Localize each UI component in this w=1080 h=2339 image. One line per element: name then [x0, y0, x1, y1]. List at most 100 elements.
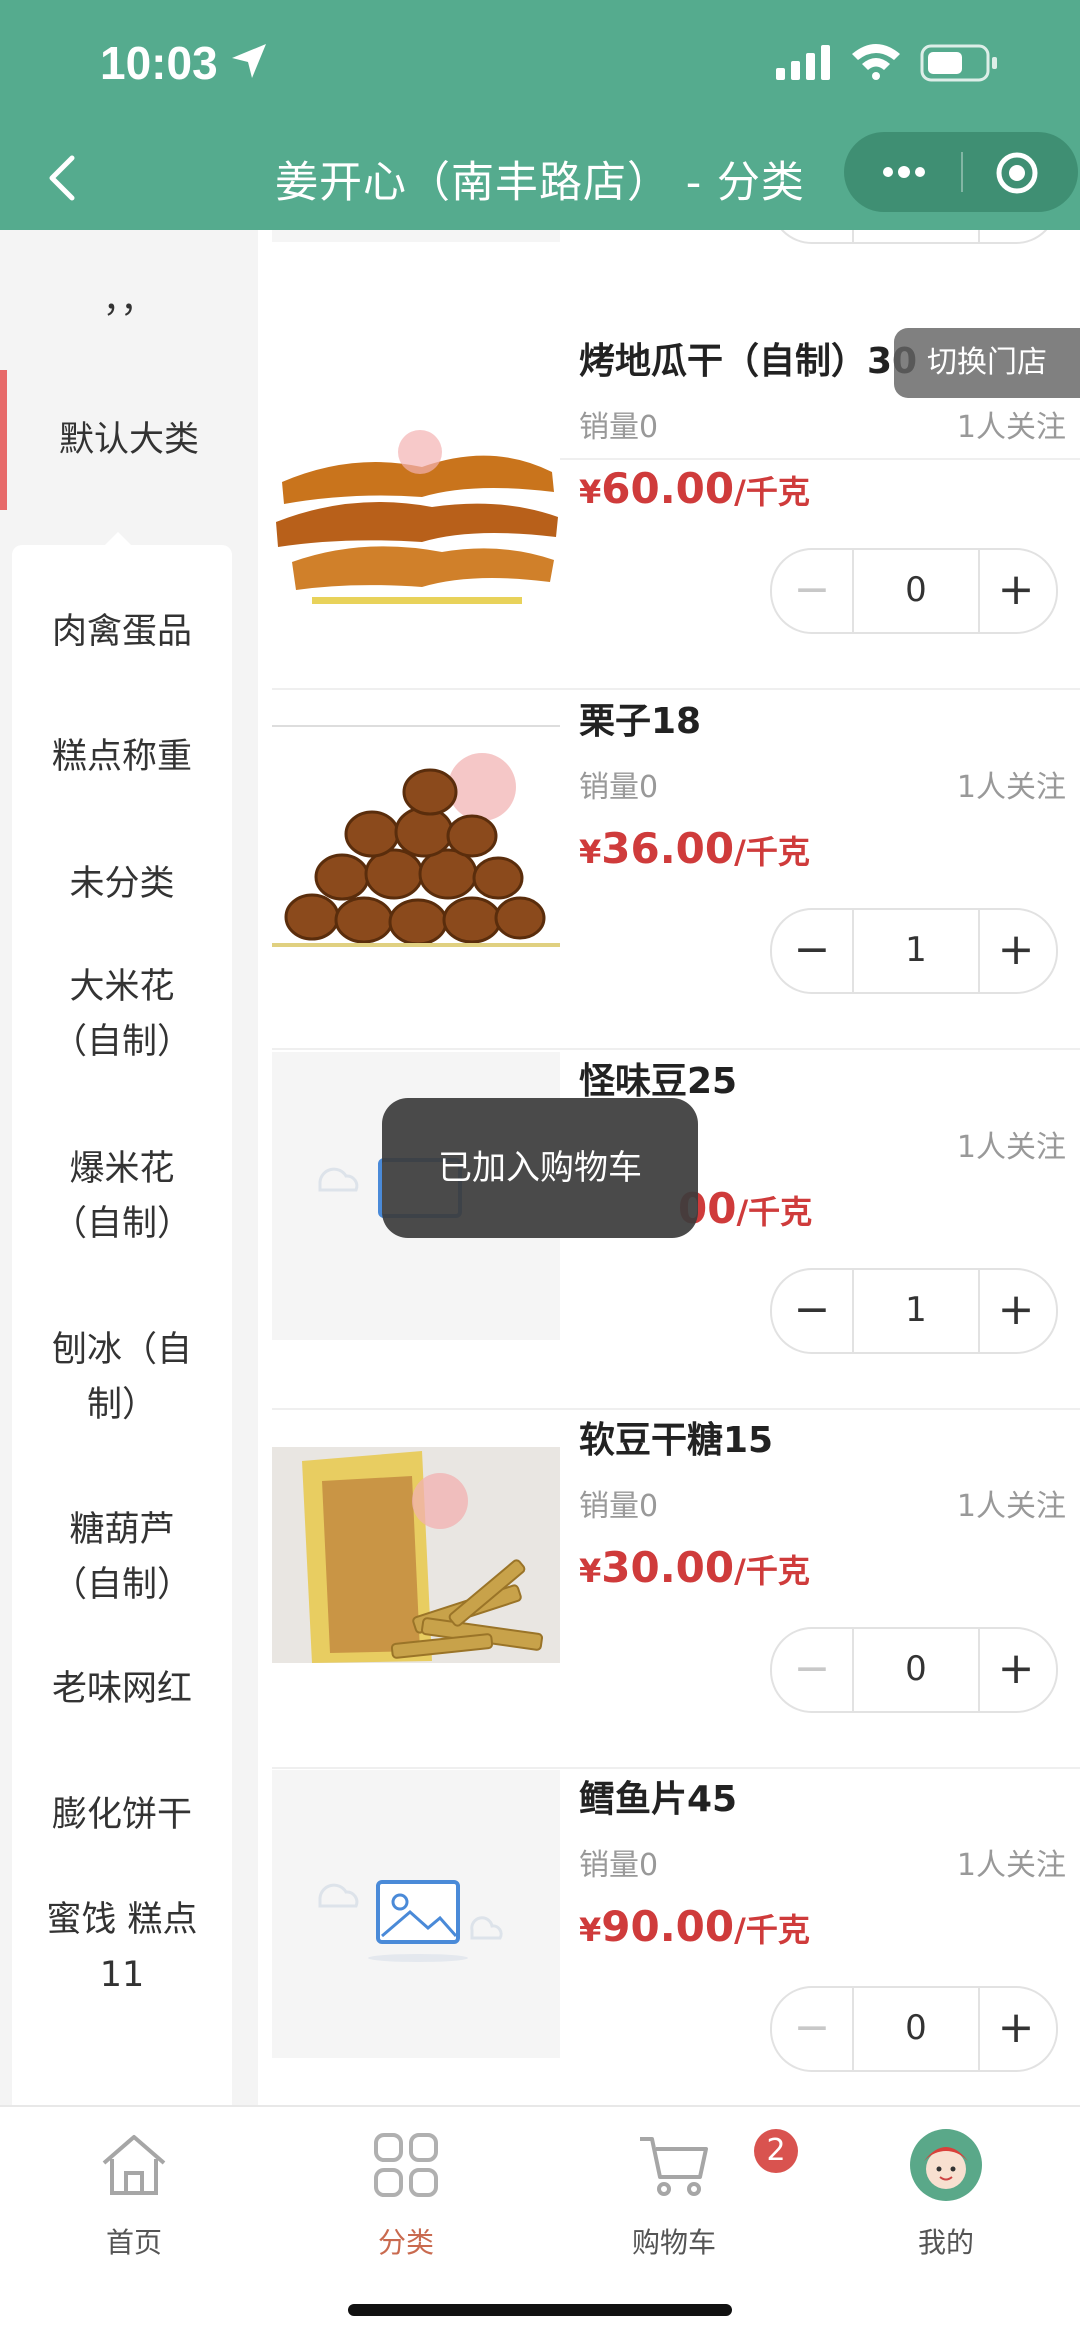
currency-symbol: ¥ [579, 833, 602, 871]
product-image [272, 1411, 560, 1699]
image-placeholder-icon [318, 1880, 503, 1962]
sales-count: 销量0 [579, 770, 659, 805]
sales-count: 销量0 [579, 410, 659, 445]
decrease-button[interactable]: − [772, 910, 852, 992]
divider [272, 1048, 1080, 1050]
added-to-cart-toast: 已加入购物车 [382, 1098, 698, 1238]
product-name[interactable]: 栗子18 [579, 692, 701, 744]
divider [272, 688, 1080, 690]
decrease-button[interactable]: − [772, 1629, 852, 1711]
status-time: 10:03 [100, 37, 218, 89]
subpanel-pointer [104, 532, 132, 546]
quantity-stepper: − 1 + [770, 908, 1058, 994]
price-unit: /千克 [736, 1193, 813, 1231]
quantity-stepper: − 1 + [770, 1268, 1058, 1354]
increase-button[interactable]: + [976, 230, 1056, 242]
product-card[interactable]: 栗子18 销量0 1人关注 ¥36.00/千克 − 1 + [258, 692, 1080, 1050]
product-name[interactable]: 鳕鱼片45 [579, 1770, 737, 1822]
price-amount: 60.00 [601, 464, 735, 513]
cart-icon [640, 2137, 708, 2196]
subcategory-item[interactable]: 未分类 [12, 857, 232, 912]
increase-button[interactable]: + [976, 1629, 1056, 1711]
more-icon[interactable] [874, 154, 934, 190]
product-name[interactable]: 怪味豆25 [579, 1052, 737, 1104]
subcategory-item[interactable]: 糕点称重 [12, 730, 232, 785]
location-arrow-icon [232, 44, 266, 78]
tab-label: 首页 [105, 2226, 162, 2259]
quantity-value[interactable]: 1 [852, 1270, 980, 1352]
currency-symbol: ¥ [579, 1552, 602, 1590]
quantity-value[interactable]: 0 [852, 550, 980, 632]
home-indicator [348, 2304, 732, 2316]
category-label: 默认大类 [58, 420, 199, 460]
product-card[interactable]: 软豆干糖15 销量0 1人关注 ¥30.00/千克 − 0 + [258, 1411, 1080, 1769]
subcategory-item[interactable]: 刨冰（自制） [12, 1323, 232, 1433]
quantity-value[interactable]: 1 [852, 910, 980, 992]
status-bar: 10:03 [0, 0, 1080, 130]
product-image-placeholder [272, 1770, 560, 2058]
increase-button[interactable]: + [976, 1988, 1056, 2070]
quantity-value[interactable]: 0 [852, 1988, 980, 2070]
grid-icon [374, 2133, 438, 2197]
currency-symbol: ¥ [579, 1911, 602, 1949]
sales-count: 销量0 [579, 1489, 659, 1524]
subcategory-item[interactable]: 肉禽蛋品 [12, 605, 232, 660]
category-item-top[interactable]: ，， [0, 275, 258, 327]
price-amount: 36.00 [601, 824, 735, 873]
increase-button[interactable]: + [976, 910, 1056, 992]
category-item-active[interactable]: 默认大类 [0, 370, 258, 510]
tab-label: 分类 [377, 2226, 434, 2259]
decrease-button[interactable]: − [772, 1270, 852, 1352]
subcategory-item[interactable]: 大米花（自制） [12, 960, 232, 1070]
chestnut-image [272, 692, 560, 980]
product-image [272, 332, 560, 620]
quantity-value[interactable]: 0 [852, 1629, 980, 1711]
subcategory-panel: 肉禽蛋品 糕点称重 未分类 大米花（自制） 爆米花（自制） 刨冰（自制） 糖葫芦… [12, 545, 232, 2335]
tab-cart[interactable]: 购物车 [574, 2125, 774, 2261]
product-name[interactable]: 烤地瓜干（自制）30 [579, 332, 917, 384]
subcategory-item[interactable]: 蜜饯 糕点11 [12, 1893, 232, 2003]
product-image [272, 692, 560, 980]
divider [272, 1408, 1080, 1410]
price-amount: 90.00 [601, 1902, 735, 1951]
product-image [272, 230, 560, 242]
follow-count: 1人关注 [956, 1848, 1066, 1883]
product-price: ¥60.00/千克 [579, 464, 810, 513]
avatar-icon [910, 2129, 982, 2201]
sales-count: 销量0 [579, 1848, 659, 1883]
tab-home[interactable]: 首页 [34, 2125, 234, 2261]
increase-button[interactable]: + [976, 550, 1056, 632]
product-name[interactable]: 软豆干糖15 [579, 1411, 773, 1463]
decrease-button[interactable]: − [772, 230, 852, 242]
capsule-divider [961, 152, 963, 192]
battery-icon [920, 44, 997, 82]
quantity-stepper: − 0 + [770, 1986, 1058, 2072]
price-unit: /千克 [734, 833, 810, 871]
product-card[interactable]: 鳕鱼片45 销量0 1人关注 ¥90.00/千克 − 0 + [258, 1770, 1080, 2105]
switch-store-button[interactable]: 切换门店 [894, 328, 1080, 398]
subcategory-item[interactable]: 膨化饼干 [12, 1788, 232, 1843]
product-price: ¥30.00/千克 [579, 1543, 810, 1592]
close-mini-program-icon[interactable] [994, 150, 1040, 196]
active-indicator [0, 370, 7, 510]
follow-count: 1人关注 [956, 410, 1066, 445]
subcategory-item[interactable]: 爆米花（自制） [12, 1142, 232, 1252]
mini-program-capsule [844, 132, 1078, 212]
follow-count: 1人关注 [956, 1489, 1066, 1524]
tab-category[interactable]: 分类 [306, 2125, 506, 2261]
subcategory-item[interactable]: 老味网红 [12, 1662, 232, 1717]
quantity-value[interactable]: 0 [852, 230, 980, 242]
tab-label: 购物车 [631, 2226, 716, 2259]
quantity-stepper: − 0 + [770, 548, 1058, 634]
increase-button[interactable]: + [976, 1270, 1056, 1352]
tab-label: 我的 [917, 2226, 974, 2259]
subcategory-item[interactable]: 糖葫芦（自制） [12, 1503, 232, 1613]
tab-mine[interactable]: 我的 [846, 2125, 1046, 2261]
price-unit: /千克 [734, 1911, 810, 1949]
follow-count: 1人关注 [956, 770, 1066, 805]
sweet-potato-image [272, 332, 560, 620]
price-unit: /千克 [734, 1552, 810, 1590]
follow-count: 1人关注 [956, 1130, 1066, 1165]
decrease-button[interactable]: − [772, 1988, 852, 2070]
decrease-button[interactable]: − [772, 550, 852, 632]
